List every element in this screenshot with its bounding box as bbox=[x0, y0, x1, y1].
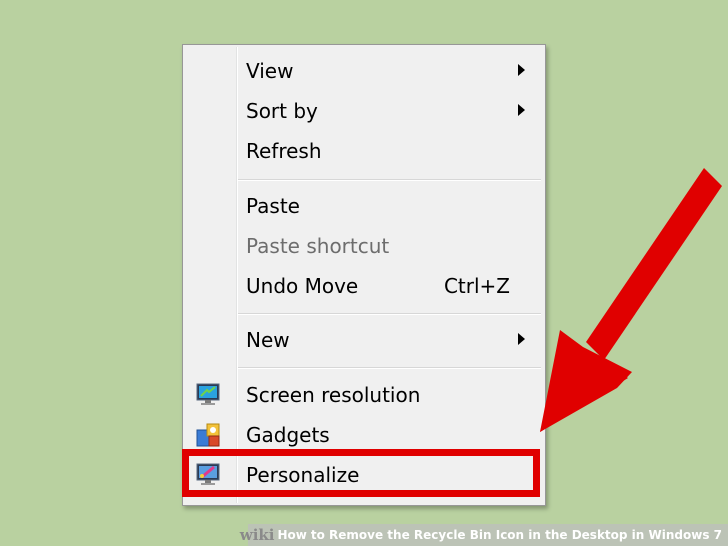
wikihow-caption-bar: wiki How to Remove the Recycle Bin Icon … bbox=[240, 524, 728, 546]
caption-title: to Remove the Recycle Bin Icon in the De… bbox=[310, 528, 722, 542]
caption-how: How bbox=[277, 528, 307, 542]
wikihow-brand: wiki bbox=[239, 526, 275, 544]
annotation-arrow-icon bbox=[540, 168, 722, 432]
